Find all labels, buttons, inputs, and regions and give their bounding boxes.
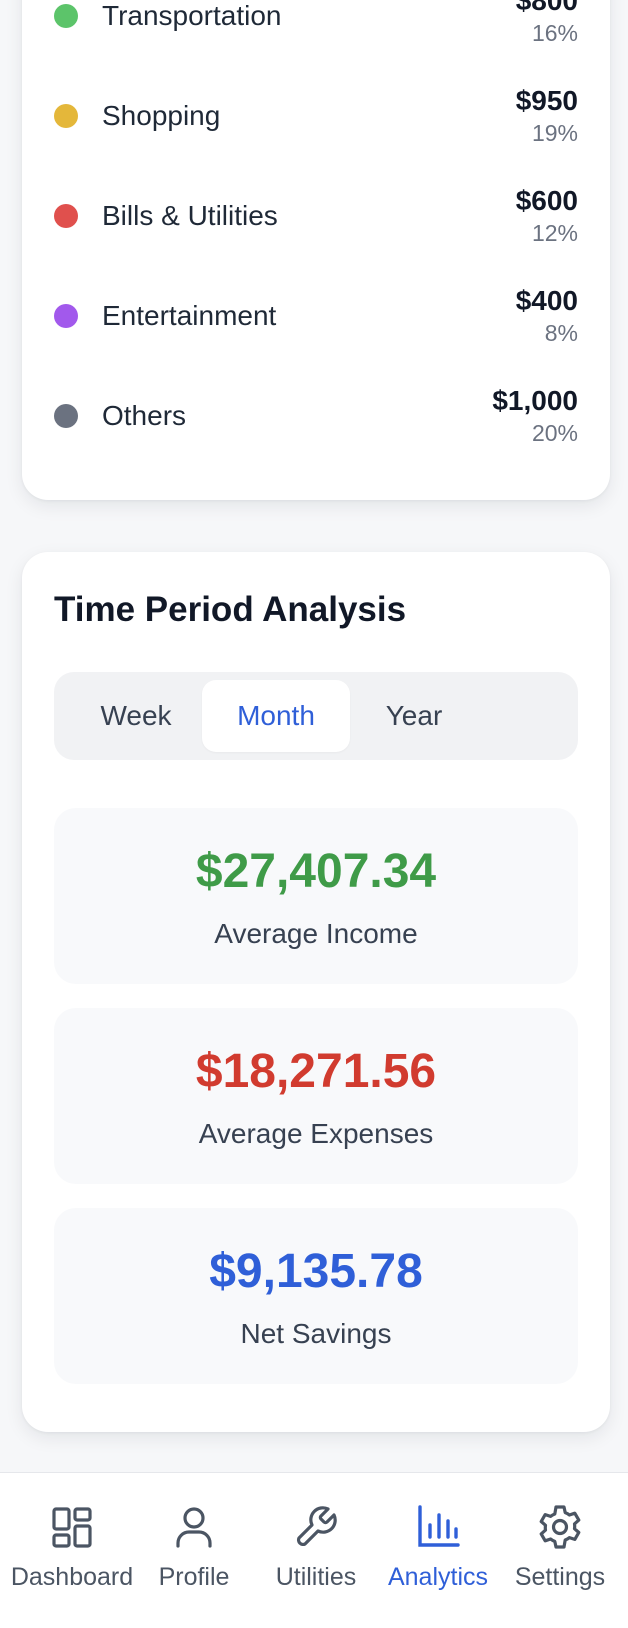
nav-label: Settings <box>514 1563 606 1591</box>
period-tabs: Week Month Year <box>54 672 578 760</box>
category-amount: $800 <box>515 0 578 16</box>
average-income-stat: $27,407.34 Average Income <box>54 808 578 984</box>
category-color-dot <box>54 304 78 328</box>
time-period-analysis-card: Time Period Analysis Week Month Year $27… <box>22 552 610 1432</box>
category-color-dot <box>54 104 78 128</box>
nav-item-profile[interactable]: Profile <box>131 1473 257 1628</box>
stat-value: $9,135.78 <box>209 1245 423 1298</box>
tab-year[interactable]: Year <box>340 680 488 752</box>
category-percent: 20% <box>531 420 578 446</box>
category-amount: $1,000 <box>492 385 578 416</box>
category-row-transportation[interactable]: Transportation $800 16% <box>54 0 578 58</box>
stat-label: Average Income <box>214 918 418 949</box>
nav-item-analytics[interactable]: Analytics <box>375 1473 501 1628</box>
nav-label: Analytics <box>387 1563 489 1591</box>
category-name: Shopping <box>102 100 221 131</box>
bar-chart-icon <box>418 1505 460 1547</box>
category-row-others[interactable]: Others $1,000 20% <box>54 374 578 458</box>
analytics-page: Transportation $800 16% Shopping $950 19… <box>0 0 628 1628</box>
category-row-shopping[interactable]: Shopping $950 19% <box>54 74 578 158</box>
user-icon <box>176 1507 212 1548</box>
category-row-entertainment[interactable]: Entertainment $400 8% <box>54 274 578 358</box>
category-row-bills-utilities[interactable]: Bills & Utilities $600 12% <box>54 174 578 258</box>
category-name: Others <box>102 400 187 431</box>
category-percent: 16% <box>531 20 578 46</box>
nav-item-dashboard[interactable]: Dashboard <box>9 1473 135 1628</box>
category-color-dot <box>54 404 78 428</box>
category-name: Bills & Utilities <box>102 200 278 231</box>
category-name: Entertainment <box>102 300 277 331</box>
category-percent: 12% <box>531 220 578 246</box>
bottom-nav: Dashboard Profile Utilities Analytics Se… <box>0 1472 628 1628</box>
stat-label: Average Expenses <box>198 1118 434 1149</box>
category-color-dot <box>54 4 78 28</box>
stat-value: $27,407.34 <box>195 845 437 898</box>
category-percent: 19% <box>531 120 578 146</box>
nav-label: Profile <box>158 1563 230 1591</box>
tab-week[interactable]: Week <box>62 680 210 752</box>
category-amount: $600 <box>515 185 578 216</box>
average-expenses-stat: $18,271.56 Average Expenses <box>54 1008 578 1184</box>
category-color-dot <box>54 204 78 228</box>
nav-item-settings[interactable]: Settings <box>497 1473 623 1628</box>
stat-label: Net Savings <box>240 1318 392 1349</box>
stat-value: $18,271.56 <box>195 1045 437 1098</box>
section-title: Time Period Analysis <box>54 590 407 629</box>
category-breakdown-card: Transportation $800 16% Shopping $950 19… <box>22 0 610 500</box>
net-savings-stat: $9,135.78 Net Savings <box>54 1208 578 1384</box>
category-percent: 8% <box>544 320 578 346</box>
wrench-icon <box>296 1506 337 1547</box>
tab-month[interactable]: Month <box>202 680 350 752</box>
category-name: Transportation <box>102 0 282 31</box>
category-amount: $950 <box>515 85 578 116</box>
dashboard-icon <box>52 1507 92 1548</box>
nav-label: Dashboard <box>10 1563 134 1591</box>
gear-icon <box>539 1505 581 1549</box>
nav-label: Utilities <box>275 1563 357 1591</box>
nav-item-utilities[interactable]: Utilities <box>253 1473 379 1628</box>
category-amount: $400 <box>515 285 578 316</box>
